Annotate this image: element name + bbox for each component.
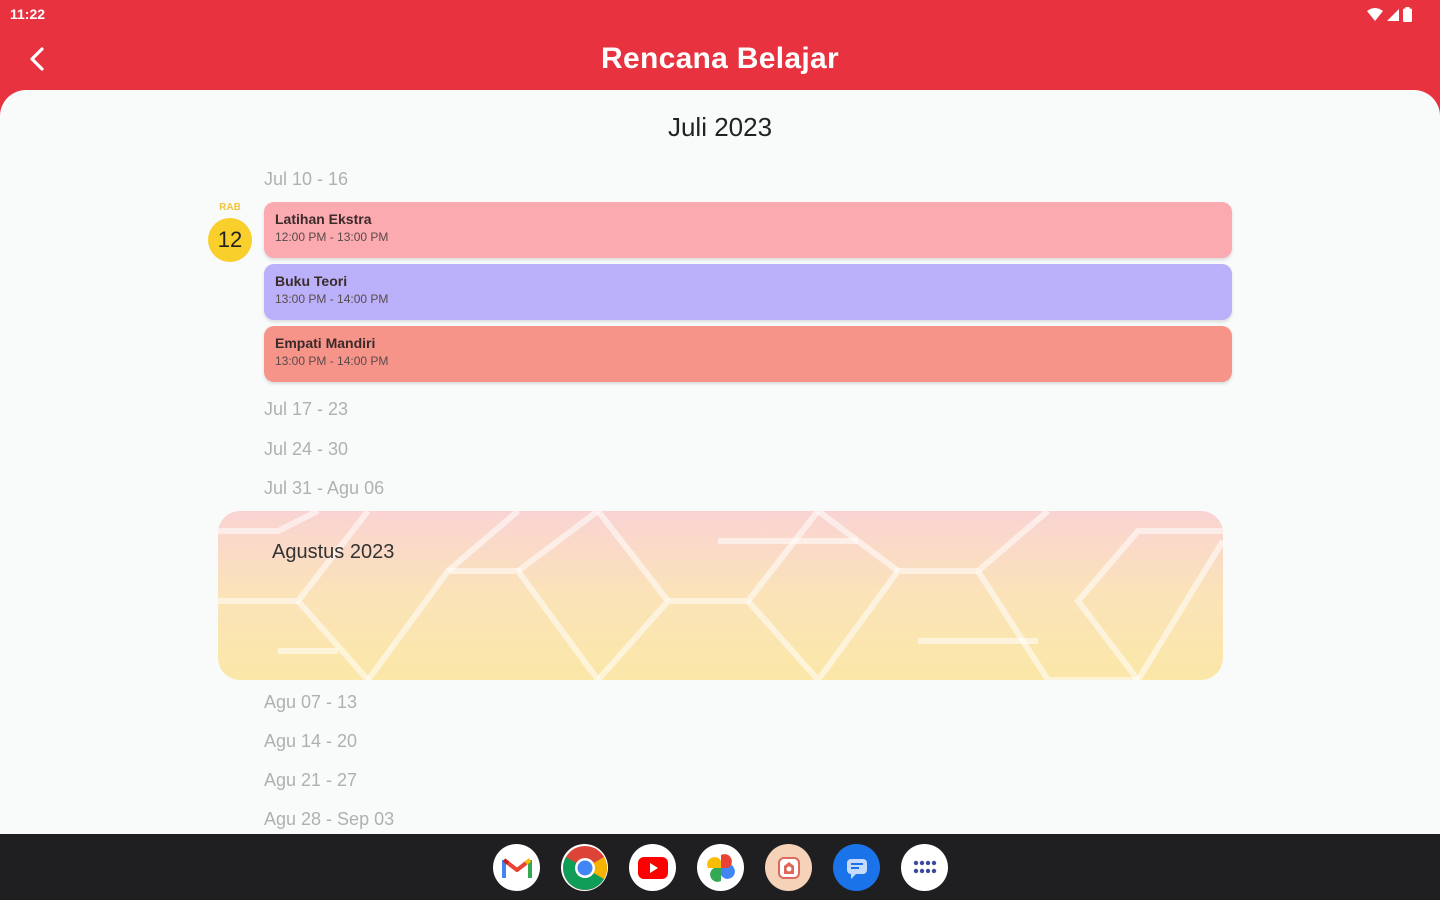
messages-icon[interactable] xyxy=(833,844,880,891)
week-label: Jul 10 - 16 xyxy=(264,169,349,189)
status-icons xyxy=(1367,7,1412,22)
week-label: Jul 31 - Agu 06 xyxy=(264,478,385,498)
event-title: Latihan Ekstra xyxy=(275,211,372,227)
status-bar: 11:22 xyxy=(0,0,1440,30)
battery-icon xyxy=(1403,7,1412,22)
month-banner: Agustus 2023 xyxy=(218,511,1223,680)
taskbar xyxy=(0,834,1440,900)
event-title: Empati Mandiri xyxy=(275,335,376,351)
day-abbreviation: RAB xyxy=(219,202,241,213)
week-label: Agu 14 - 20 xyxy=(264,731,358,751)
signal-icon xyxy=(1387,8,1399,21)
event-card[interactable]: Empati Mandiri 13:00 PM - 14:00 PM xyxy=(264,326,1232,382)
page-title: Rencana Belajar xyxy=(601,42,839,75)
app-bar: Rencana Belajar xyxy=(0,30,1440,92)
wifi-icon xyxy=(1367,7,1383,21)
app-icon[interactable] xyxy=(765,844,812,891)
week-label: Jul 24 - 30 xyxy=(264,439,349,459)
youtube-icon[interactable] xyxy=(629,844,676,891)
week-label: Agu 21 - 27 xyxy=(264,770,358,790)
day-number: 12 xyxy=(208,218,252,262)
event-card[interactable]: Buku Teori 13:00 PM - 14:00 PM xyxy=(264,264,1232,320)
selected-day[interactable]: RAB 12 xyxy=(206,202,254,262)
week-label: Jul 17 - 23 xyxy=(264,399,349,419)
app-dock xyxy=(493,844,948,891)
month-title: Juli 2023 xyxy=(667,112,773,142)
event-time: 12:00 PM - 13:00 PM xyxy=(275,230,389,244)
hexagon-pattern xyxy=(218,511,1223,680)
photos-icon[interactable] xyxy=(697,844,744,891)
chrome-icon[interactable] xyxy=(561,844,608,891)
gmail-icon[interactable] xyxy=(493,844,540,891)
week-label: Agu 07 - 13 xyxy=(264,692,358,712)
event-time: 13:00 PM - 14:00 PM xyxy=(275,354,389,368)
event-card[interactable]: Latihan Ekstra 12:00 PM - 13:00 PM xyxy=(264,202,1232,258)
event-title: Buku Teori xyxy=(275,273,348,289)
event-time: 13:00 PM - 14:00 PM xyxy=(275,292,389,306)
status-time: 11:22 xyxy=(10,6,46,22)
next-month-title: Agustus 2023 xyxy=(272,541,395,563)
week-label: Agu 28 - Sep 03 xyxy=(264,809,395,829)
calendar-sheet[interactable]: Juli 2023 Jul 10 - 16 RAB 12 Latihan Eks… xyxy=(0,90,1440,834)
app-drawer-icon[interactable] xyxy=(901,844,948,891)
